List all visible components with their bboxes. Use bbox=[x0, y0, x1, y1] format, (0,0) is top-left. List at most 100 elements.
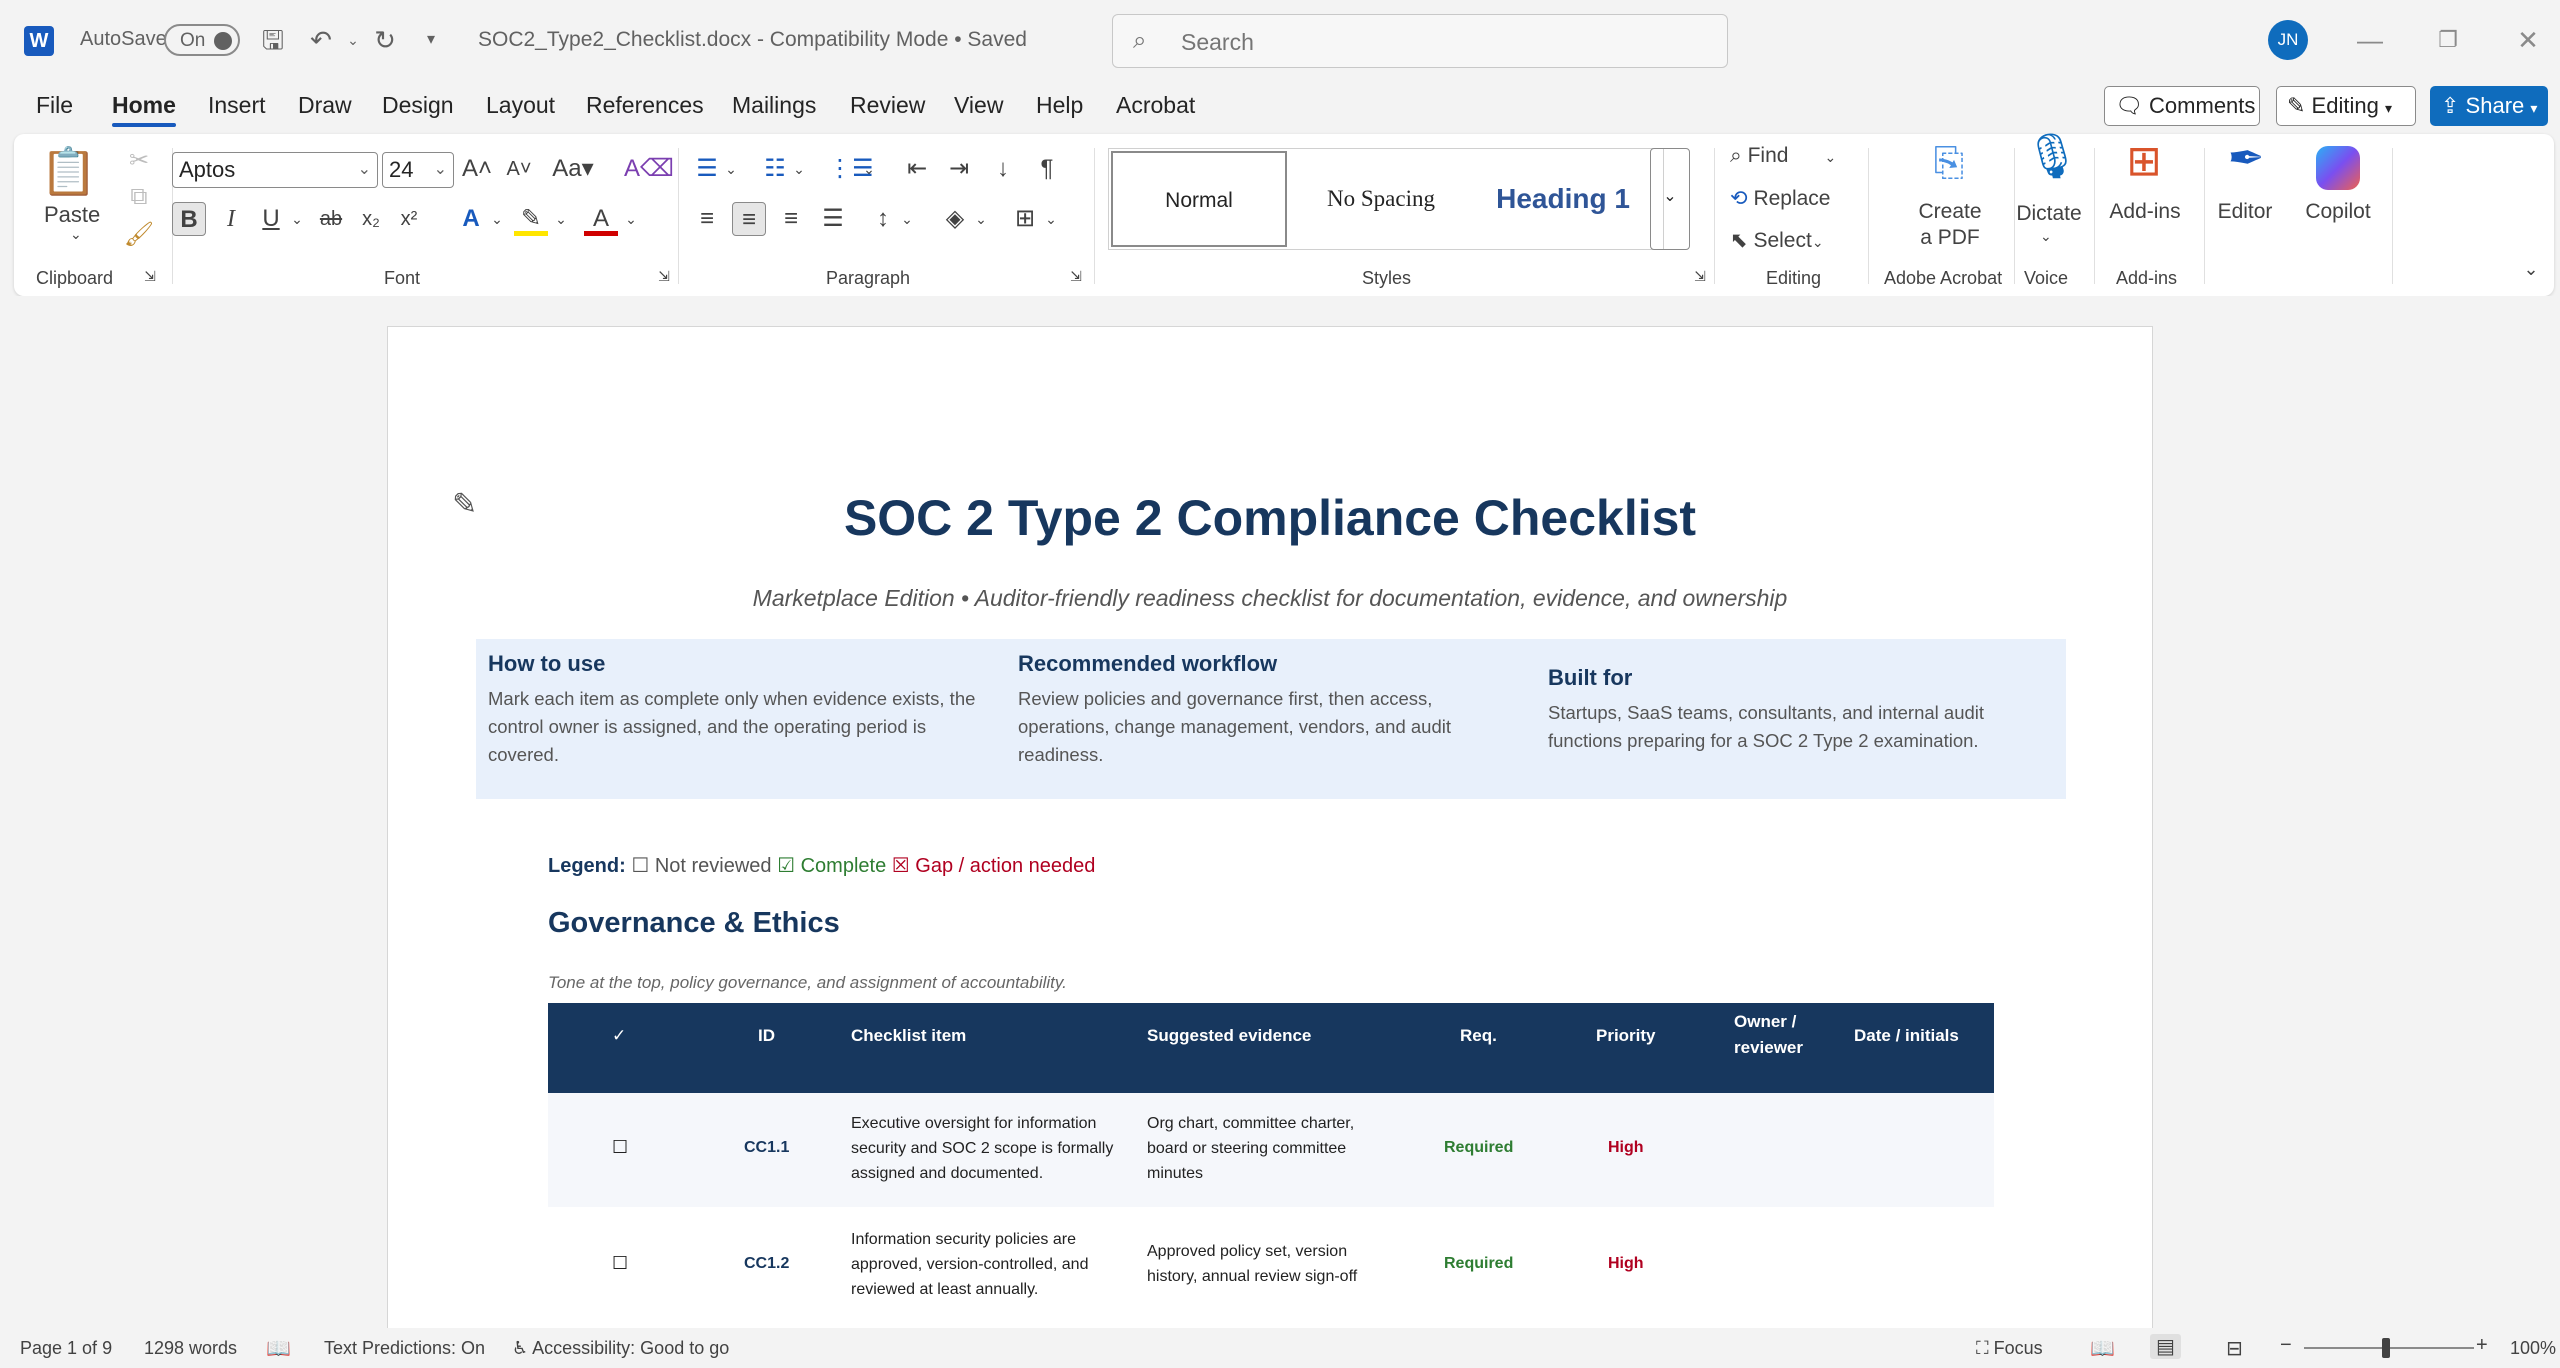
style-no-spacing[interactable]: No Spacing bbox=[1293, 151, 1469, 247]
create-pdf-button[interactable]: Create bbox=[1902, 200, 1998, 224]
cut-icon[interactable]: ✂ bbox=[122, 144, 156, 178]
proofing-icon[interactable]: 📖 bbox=[266, 1336, 291, 1361]
shrink-font-icon[interactable]: A˅ bbox=[502, 152, 536, 186]
multilevel-dropdown-icon[interactable]: ⌄ bbox=[852, 152, 886, 186]
row-checkbox[interactable]: ☐ bbox=[612, 1251, 628, 1276]
numbering-dropdown-icon[interactable]: ⌄ bbox=[782, 152, 816, 186]
tab-help[interactable]: Help bbox=[1036, 92, 1083, 119]
restore-icon[interactable]: ❐ bbox=[2428, 22, 2468, 58]
dialog-launcher-icon[interactable]: ⇲ bbox=[654, 266, 674, 286]
accessibility-status[interactable]: ♿ Accessibility: Good to go bbox=[512, 1338, 729, 1359]
info-recommended-workflow[interactable]: Recommended workflow Review policies and… bbox=[1018, 651, 1518, 769]
style-normal[interactable]: Normal bbox=[1110, 150, 1288, 248]
bold-icon[interactable]: B bbox=[172, 202, 206, 236]
font-color-dropdown-icon[interactable]: ⌄ bbox=[614, 202, 648, 236]
select-button[interactable]: ⬉ Select⌄ bbox=[1730, 228, 1824, 253]
dialog-launcher-icon[interactable]: ⇲ bbox=[1690, 266, 1710, 286]
customize-qat-icon[interactable]: ▾ bbox=[414, 22, 448, 58]
sort-icon[interactable]: ↓ bbox=[986, 152, 1020, 186]
subscript-icon[interactable]: x₂ bbox=[354, 202, 388, 236]
table-row[interactable]: ☐ CC1.1 Executive oversight for informat… bbox=[548, 1093, 1994, 1207]
document-page[interactable]: ✎ SOC 2 Type 2 Compliance Checklist Mark… bbox=[387, 326, 2153, 1328]
font-color-icon[interactable]: A bbox=[584, 202, 618, 236]
close-icon[interactable]: ✕ bbox=[2508, 22, 2548, 58]
line-spacing-dropdown-icon[interactable]: ⌄ bbox=[890, 202, 924, 236]
shading-dropdown-icon[interactable]: ⌄ bbox=[964, 202, 998, 236]
tab-review[interactable]: Review bbox=[850, 92, 925, 119]
print-layout-icon[interactable]: ▤ bbox=[2150, 1334, 2181, 1359]
zoom-out-icon[interactable]: − bbox=[2280, 1334, 2292, 1357]
tab-mailings[interactable]: Mailings bbox=[732, 92, 816, 119]
dialog-launcher-icon[interactable]: ⇲ bbox=[140, 266, 160, 286]
align-center-icon[interactable]: ≡ bbox=[732, 202, 766, 236]
editor-button[interactable]: Editor bbox=[2210, 200, 2280, 224]
comments-button[interactable]: 🗨 Comments bbox=[2104, 86, 2260, 126]
web-layout-icon[interactable]: ⊟ bbox=[2226, 1336, 2243, 1361]
create-pdf-button-line2[interactable]: a PDF bbox=[1902, 226, 1998, 250]
strikethrough-icon[interactable]: ab bbox=[314, 202, 348, 236]
borders-dropdown-icon[interactable]: ⌄ bbox=[1034, 202, 1068, 236]
search-box[interactable]: ⌕ Search bbox=[1112, 14, 1728, 68]
underline-dropdown-icon[interactable]: ⌄ bbox=[280, 202, 314, 236]
zoom-level[interactable]: 100% bbox=[2510, 1338, 2556, 1359]
dictate-dropdown-icon[interactable]: ⌄ bbox=[2040, 228, 2052, 245]
share-button[interactable]: ⇪ Share ▾ bbox=[2430, 86, 2548, 126]
dialog-launcher-icon[interactable]: ⇲ bbox=[1066, 266, 1086, 286]
zoom-slider-handle[interactable] bbox=[2382, 1338, 2390, 1358]
copilot-button[interactable]: Copilot bbox=[2298, 200, 2378, 224]
justify-icon[interactable]: ☰ bbox=[816, 202, 850, 236]
zoom-in-icon[interactable]: + bbox=[2476, 1334, 2488, 1357]
align-right-icon[interactable]: ≡ bbox=[774, 202, 808, 236]
format-painter-icon[interactable]: 🖌 bbox=[122, 218, 156, 252]
paste-icon[interactable]: 📋 bbox=[40, 144, 97, 200]
document-title[interactable]: SOC2_Type2_Checklist.docx - Compatibilit… bbox=[478, 28, 1027, 52]
focus-button[interactable]: ⛶ Focus bbox=[1976, 1338, 2043, 1359]
editing-mode-button[interactable]: ✎ Editing ▾ bbox=[2276, 86, 2416, 126]
autosave-toggle[interactable]: On bbox=[164, 24, 240, 56]
legend[interactable]: Legend: ☐ Not reviewed ☑ Complete ☒ Gap … bbox=[548, 853, 1095, 878]
tab-file[interactable]: File bbox=[36, 92, 73, 119]
tab-layout[interactable]: Layout bbox=[486, 92, 555, 119]
style-heading-1[interactable]: Heading 1 bbox=[1475, 151, 1651, 247]
find-button[interactable]: ⌕ Find ⌄ bbox=[1730, 144, 1836, 168]
font-size-combo[interactable]: 24 ⌄ bbox=[382, 152, 454, 188]
undo-dropdown-icon[interactable]: ⌄ bbox=[336, 22, 370, 58]
clear-formatting-icon[interactable]: A⌫ bbox=[624, 152, 674, 186]
paste-button[interactable]: Paste bbox=[44, 202, 100, 228]
collapse-ribbon-icon[interactable]: ⌄ bbox=[2514, 252, 2548, 286]
info-how-to-use[interactable]: How to use Mark each item as complete on… bbox=[488, 651, 988, 769]
table-row[interactable]: ☐ CC1.2 Information security policies ar… bbox=[548, 1207, 1994, 1321]
save-icon[interactable]: 🖫 bbox=[256, 22, 290, 58]
change-case-icon[interactable]: Aa▾ bbox=[550, 152, 596, 186]
redo-icon[interactable]: ↻ bbox=[368, 22, 402, 58]
avatar[interactable]: JN bbox=[2268, 20, 2308, 60]
tab-references[interactable]: References bbox=[586, 92, 704, 119]
section-heading[interactable]: Governance & Ethics bbox=[548, 907, 840, 940]
grow-font-icon[interactable]: A˄ bbox=[460, 152, 494, 186]
tab-insert[interactable]: Insert bbox=[208, 92, 266, 119]
align-left-icon[interactable]: ≡ bbox=[690, 202, 724, 236]
increase-indent-icon[interactable]: ⇥ bbox=[942, 152, 976, 186]
superscript-icon[interactable]: x² bbox=[392, 202, 426, 236]
document-canvas[interactable]: ✎ SOC 2 Type 2 Compliance Checklist Mark… bbox=[0, 296, 2560, 1328]
tab-acrobat[interactable]: Acrobat bbox=[1116, 92, 1195, 119]
replace-button[interactable]: ⟲ Replace bbox=[1730, 186, 1831, 211]
highlight-dropdown-icon[interactable]: ⌄ bbox=[544, 202, 578, 236]
section-description[interactable]: Tone at the top, policy governance, and … bbox=[548, 973, 1067, 993]
font-name-combo[interactable]: Aptos ⌄ bbox=[172, 152, 378, 188]
tab-view[interactable]: View bbox=[954, 92, 1003, 119]
document-subtitle[interactable]: Marketplace Edition • Auditor-friendly r… bbox=[388, 585, 2152, 612]
tab-draw[interactable]: Draw bbox=[298, 92, 352, 119]
minimize-icon[interactable]: — bbox=[2350, 22, 2390, 58]
styles-more-icon[interactable]: ⌄ bbox=[1650, 148, 1690, 250]
tab-design[interactable]: Design bbox=[382, 92, 454, 119]
copy-icon[interactable]: ⧉ bbox=[122, 180, 156, 214]
text-predictions-status[interactable]: Text Predictions: On bbox=[324, 1338, 485, 1359]
paste-dropdown-icon[interactable]: ⌄ bbox=[70, 226, 82, 243]
undo-icon[interactable]: ↶ bbox=[304, 22, 338, 58]
italic-icon[interactable]: I bbox=[214, 202, 248, 236]
highlight-icon[interactable]: ✎ bbox=[514, 202, 548, 236]
info-built-for[interactable]: Built for Startups, SaaS teams, consulta… bbox=[1548, 665, 2048, 755]
row-checkbox[interactable]: ☐ bbox=[612, 1135, 628, 1160]
document-title-heading[interactable]: SOC 2 Type 2 Compliance Checklist bbox=[388, 489, 2152, 547]
